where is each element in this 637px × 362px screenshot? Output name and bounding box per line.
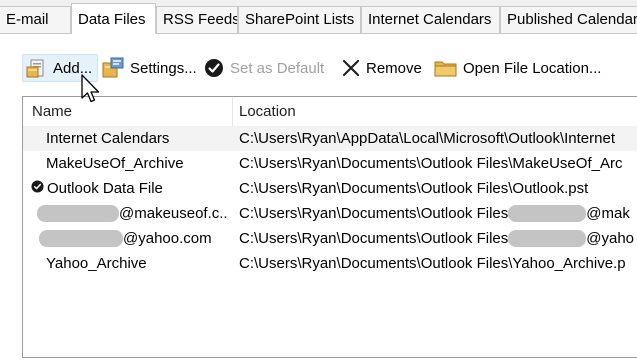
folder-icon: [434, 57, 458, 79]
file-name-cell: @makeuseof.c...: [31, 201, 229, 226]
file-name-cell: Outlook Data File: [31, 176, 229, 201]
data-files-list[interactable]: Name Location Internet Calendars C:\User…: [22, 96, 637, 358]
tab-email[interactable]: E-mail: [0, 6, 71, 33]
redacted-blur: [508, 204, 587, 222]
file-name: MakeUseOf_Archive: [46, 155, 184, 172]
file-name: Outlook Data File: [47, 180, 163, 197]
file-name: @makeuseof.c...: [119, 205, 229, 222]
mouse-cursor-icon: [80, 74, 102, 109]
file-location: C:\Users\Ryan\Documents\Outlook Files\Ya…: [239, 255, 626, 272]
list-header: Name Location: [23, 97, 637, 127]
data-file-row[interactable]: MakeUseOf_Archive C:\Users\Ryan\Document…: [23, 151, 637, 176]
tab-rss-feeds[interactable]: RSS Feeds: [156, 6, 238, 33]
set-as-default-button[interactable]: Set as Default: [203, 54, 335, 82]
column-header-location[interactable]: Location: [239, 97, 539, 126]
column-divider[interactable]: [232, 97, 233, 126]
file-location-suffix: @yaho: [586, 230, 635, 247]
tab-published-calendars[interactable]: Published Calendars: [500, 6, 637, 33]
remove-button-label: Remove: [366, 59, 422, 77]
data-file-row[interactable]: Outlook Data File C:\Users\Ryan\Document…: [23, 176, 637, 201]
data-file-row[interactable]: Yahoo_Archive C:\Users\Ryan\Documents\Ou…: [23, 251, 637, 276]
file-location: C:\Users\Ryan\AppData\Local\Microsoft\Ou…: [239, 130, 615, 147]
tab-label: RSS Feeds: [163, 11, 238, 28]
tab-label: Data Files: [78, 11, 146, 28]
default-checkmark-icon: [31, 176, 44, 201]
settings-icon: [101, 57, 125, 79]
tab-label: SharePoint Lists: [245, 11, 355, 28]
add-file-icon: [26, 57, 48, 79]
file-location-cell: C:\Users\Ryan\Documents\Outlook Files @ya…: [239, 226, 637, 251]
file-location-cell: C:\Users\Ryan\Documents\Outlook Files @ma…: [239, 201, 637, 226]
tab-label: Published Calendars: [507, 11, 637, 28]
open-file-location-label: Open File Location...: [463, 59, 602, 77]
redacted-blur: [508, 229, 587, 247]
set-as-default-label: Set as Default: [230, 59, 325, 77]
remove-x-icon: [341, 57, 361, 79]
file-location-suffix: @mak: [586, 205, 630, 222]
data-file-row[interactable]: Internet Calendars C:\Users\Ryan\AppData…: [23, 126, 637, 151]
data-file-row[interactable]: @makeuseof.c... C:\Users\Ryan\Documents\…: [23, 201, 637, 226]
file-name: Yahoo_Archive: [46, 255, 147, 272]
tab-sharepoint-lists[interactable]: SharePoint Lists: [238, 6, 361, 33]
file-name: @yahoo.com: [123, 230, 212, 247]
tab-data-files[interactable]: Data Files: [71, 3, 156, 34]
settings-button[interactable]: Settings...: [101, 54, 199, 82]
redacted-blur: [39, 229, 123, 247]
data-file-row[interactable]: @yahoo.com C:\Users\Ryan\Documents\Outlo…: [23, 226, 637, 251]
file-location: C:\Users\Ryan\Documents\Outlook Files: [239, 230, 509, 247]
file-name-cell: @yahoo.com: [31, 226, 229, 251]
file-location: C:\Users\Ryan\Documents\Outlook Files: [239, 205, 509, 222]
redacted-blur: [37, 204, 119, 222]
file-location: C:\Users\Ryan\Documents\Outlook Files\Ou…: [239, 180, 589, 197]
tab-label: E-mail: [6, 11, 49, 28]
tab-label: Internet Calendars: [368, 11, 492, 28]
checkmark-circle-icon: [203, 57, 225, 79]
open-file-location-button[interactable]: Open File Location...: [434, 54, 609, 82]
tab-internet-calendars[interactable]: Internet Calendars: [361, 6, 500, 33]
remove-button[interactable]: Remove: [341, 54, 431, 82]
settings-button-label: Settings...: [130, 59, 197, 77]
file-name: Internet Calendars: [46, 130, 170, 147]
file-location: C:\Users\Ryan\Documents\Outlook Files\Ma…: [239, 155, 623, 172]
column-header-name[interactable]: Name: [32, 97, 222, 126]
